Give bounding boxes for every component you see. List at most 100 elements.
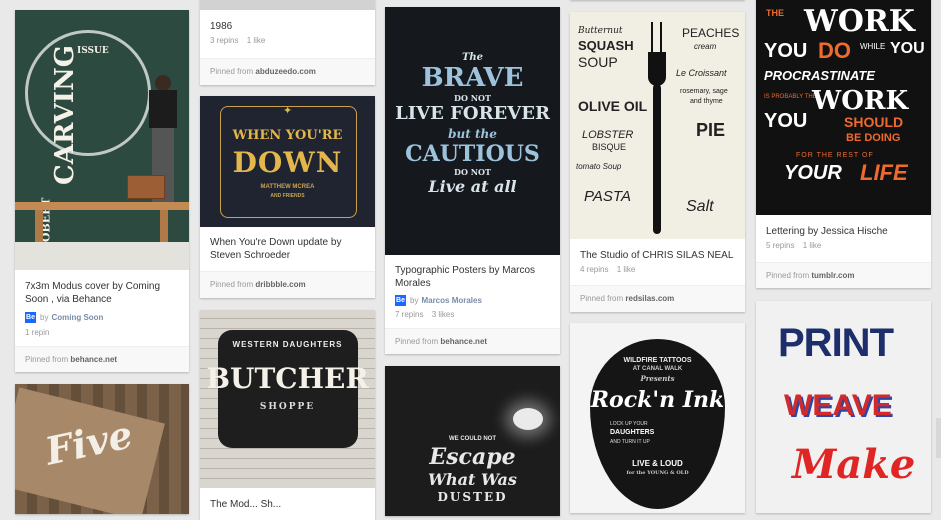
poster-text: IS PROBABLY THE [764, 94, 817, 100]
poster-text: WORK [804, 4, 915, 39]
pin-image[interactable]: Five [15, 384, 189, 514]
pin-stats: 3 repins 1 like [200, 33, 375, 45]
poster-text: LIVE FOREVER [395, 103, 550, 124]
pin-image[interactable]: WE COULD NOT Escape What Was DUSTED [385, 366, 560, 516]
flour-pile [513, 408, 543, 430]
pick-text: DAUGHTERS [610, 429, 655, 436]
pick-text: for the YOUNG & OLD [626, 470, 689, 476]
pick-text: AT CANAL WALK [632, 366, 683, 372]
poster-text: BE DOING [846, 132, 901, 144]
pin-card[interactable]: The BRAVE DO NOT LIVE FOREVER but the CA… [385, 7, 560, 354]
poster-text: MATTHEW MCREA [260, 184, 315, 190]
source-link[interactable]: behance.net [440, 337, 487, 346]
crate [127, 175, 165, 199]
like-count: 1 like [246, 36, 266, 45]
pin-card[interactable]: Five [15, 384, 189, 514]
source-link[interactable]: abduzeedo.com [255, 67, 315, 76]
poster-text: DO NOT [454, 167, 491, 177]
pin-source[interactable]: Pinned from tumblr.com [756, 262, 931, 288]
fork-head [648, 52, 666, 86]
pin-description[interactable]: Lettering by Jessica Hische [756, 215, 931, 238]
menu-text: Le Croissant [676, 68, 727, 78]
pin-description[interactable]: 1986 [200, 10, 375, 33]
source-link[interactable]: dribbble.com [255, 280, 305, 289]
pin-image[interactable]: THE WORK YOU DO WHILE YOU PROCRASTINATE … [756, 0, 931, 215]
poster-text: FOR THE REST OF [796, 152, 874, 159]
pin-image[interactable]: CARVING ISSUE ROBERT [15, 10, 189, 270]
pin-image[interactable]: WILDFIRE TATTOOS AT CANAL WALK Presents … [570, 323, 745, 513]
pin-image[interactable]: WESTERN DAUGHTERS BUTCHER SHOPPE [200, 310, 375, 488]
pin-via[interactable]: Be by Marcos Morales [385, 290, 560, 307]
poster-text: The [461, 52, 484, 63]
table-top [15, 202, 189, 210]
pin-card[interactable]: PRINT WEAVE Make [756, 301, 931, 513]
pin-source[interactable]: Pinned from dribbble.com [200, 271, 375, 298]
chalk-text: WE COULD NOT [449, 436, 496, 442]
via-user[interactable]: Coming Soon [51, 313, 103, 322]
pin-card[interactable]: Butternut SQUASH SOUP OLIVE OIL LOBSTER … [570, 12, 745, 312]
pin-card[interactable]: ✦ WHEN YOU'RE DOWN MATTHEW MCREA AND FRI… [200, 96, 375, 298]
poster-text: YOU [890, 40, 925, 57]
pin-image[interactable]: The BRAVE DO NOT LIVE FOREVER but the CA… [385, 7, 560, 255]
poster-text: DO NOT [454, 93, 491, 103]
poster-text: YOU [764, 40, 808, 62]
pin-stats: 1 repin [15, 324, 189, 337]
pin-description[interactable]: 7x3m Modus cover by Coming Soon , via Be… [15, 270, 189, 306]
source-link[interactable]: behance.net [70, 355, 117, 364]
pin-source[interactable]: Pinned from behance.net [15, 346, 189, 372]
person-torso [149, 90, 177, 128]
via-user[interactable]: Marcos Morales [421, 296, 481, 305]
pick-text: Presents [640, 374, 675, 383]
pin-card[interactable]: 1986 3 repins 1 like Pinned from abduzee… [200, 0, 375, 85]
pin-description[interactable]: When You're Down update by Steven Schroe… [200, 227, 375, 262]
menu-text: PASTA [584, 188, 631, 205]
print-text: Make [792, 441, 916, 488]
source-link[interactable]: tumblr.com [811, 271, 854, 280]
chalk-text: What Was [428, 470, 517, 489]
menu-text: cream [694, 42, 717, 51]
pin-card[interactable]: WESTERN DAUGHTERS BUTCHER SHOPPE The Mod… [200, 310, 375, 520]
pin-description[interactable]: The Studio of CHRIS SILAS NEAL [570, 239, 745, 262]
chalk-text: Escape [429, 444, 516, 470]
pin-image[interactable] [200, 0, 375, 10]
poster-text: DO [818, 38, 851, 63]
menu-text: Salt [686, 198, 714, 215]
pin-card[interactable]: WE COULD NOT Escape What Was DUSTED [385, 366, 560, 516]
pick-text: LIVE & LOUD [632, 459, 683, 468]
poster-text: CAUTIOUS [405, 141, 540, 167]
repin-count: 3 repins [210, 36, 239, 45]
pin-source[interactable]: Pinned from behance.net [385, 328, 560, 354]
scrollbar-thumb[interactable] [936, 418, 941, 458]
poster-text: THE [766, 8, 784, 18]
like-count: 1 like [802, 241, 822, 250]
pin-card[interactable]: WILDFIRE TATTOOS AT CANAL WALK Presents … [570, 323, 745, 513]
menu-text: LOBSTER [582, 129, 634, 141]
poster-text: WORK [812, 86, 909, 116]
poster-text: YOU [764, 110, 808, 132]
pinned-from-label: Pinned from [395, 337, 439, 346]
pin-via[interactable]: Be by Coming Soon [15, 306, 189, 324]
star-icon: ✦ [283, 105, 293, 117]
pin-source[interactable]: Pinned from redsilas.com [570, 285, 745, 312]
like-count: 3 likes [431, 310, 455, 319]
repin-count: 7 repins [395, 310, 424, 319]
pin-source[interactable]: Pinned from abduzeedo.com [200, 58, 375, 85]
pin-description[interactable]: Typographic Posters by Marcos Morales [385, 255, 560, 290]
menu-text: and thyme [690, 98, 723, 105]
pin-image[interactable]: ✦ WHEN YOU'RE DOWN MATTHEW MCREA AND FRI… [200, 96, 375, 227]
pin-image[interactable]: PRINT WEAVE Make [756, 301, 931, 513]
poster-text: SHOULD [844, 114, 904, 130]
pin-card[interactable]: CARVING ISSUE ROBERT 7x3m Modus cover by… [15, 10, 189, 372]
via-prefix: by [40, 312, 49, 322]
repin-count: 1 repin [25, 328, 50, 337]
pin-card[interactable]: THE WORK YOU DO WHILE YOU PROCRASTINATE … [756, 0, 931, 288]
menu-text: PEACHES [682, 26, 740, 40]
chalk-text: DUSTED [437, 490, 508, 504]
pin-image[interactable]: Butternut SQUASH SOUP OLIVE OIL LOBSTER … [570, 12, 745, 239]
source-link[interactable]: redsilas.com [625, 294, 674, 303]
chalk-text: CARVING [50, 45, 80, 185]
pin-stats: 4 repins 1 like [570, 262, 745, 274]
via-prefix: by [410, 295, 419, 305]
poster-text: AND FRIENDS [270, 193, 305, 199]
print-text: PRINT [778, 321, 894, 365]
